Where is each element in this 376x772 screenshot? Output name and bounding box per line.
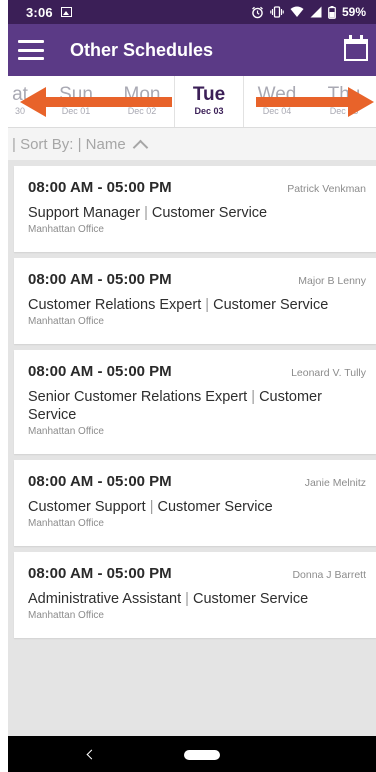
signal-icon: [310, 6, 322, 18]
battery-icon: [328, 5, 336, 19]
shift-time: 08:00 AM - 05:00 PM: [28, 565, 172, 582]
role-line: Customer Relations Expert | Customer Ser…: [28, 297, 329, 313]
schedule-card[interactable]: 08:00 AM - 05:00 PM Leonard V. Tully Sen…: [14, 350, 376, 454]
schedule-card[interactable]: 08:00 AM - 05:00 PM Major B Lenny Custom…: [14, 258, 376, 344]
calendar-icon[interactable]: [344, 35, 368, 61]
page-title: Other Schedules: [70, 39, 214, 60]
role-line: Support Manager | Customer Service: [28, 205, 268, 221]
battery-percent: 59%: [341, 5, 366, 19]
sort-bar[interactable]: | Sort By: | Name: [8, 128, 376, 160]
schedule-card[interactable]: 08:00 AM - 05:00 PM Janie Melnitz Custom…: [14, 460, 376, 546]
office-name: Manhattan Office: [28, 426, 104, 437]
office-name: Manhattan Office: [28, 610, 104, 621]
employee-name: Leonard V. Tully: [291, 367, 366, 379]
office-name: Manhattan Office: [28, 224, 104, 235]
status-icons: 59%: [251, 5, 366, 19]
role-line: Senior Customer Relations Expert | Custo…: [28, 389, 322, 423]
arrow-right-icon: [256, 87, 374, 117]
app-bar: Other Schedules: [8, 24, 376, 76]
back-icon[interactable]: [86, 749, 97, 760]
sort-label: | Sort By: | Name: [12, 135, 126, 153]
home-pill-icon[interactable]: [184, 750, 220, 760]
day-tab-tue[interactable]: Tue Dec 03: [174, 76, 244, 127]
schedule-card[interactable]: 08:00 AM - 05:00 PM Donna J Barrett Admi…: [14, 552, 376, 638]
employee-name: Major B Lenny: [298, 275, 366, 287]
menu-icon[interactable]: [18, 40, 44, 60]
system-nav-bar: [8, 736, 376, 772]
chevron-up-icon[interactable]: [132, 139, 148, 155]
status-time: 3:06: [26, 4, 53, 20]
office-name: Manhattan Office: [28, 518, 104, 529]
image-notification-icon: [60, 7, 72, 17]
employee-name: Janie Melnitz: [304, 477, 366, 489]
shift-time: 08:00 AM - 05:00 PM: [28, 271, 172, 288]
wifi-icon: [290, 6, 304, 17]
role-line: Customer Support | Customer Service: [28, 499, 273, 515]
shift-time: 08:00 AM - 05:00 PM: [28, 363, 172, 380]
shift-time: 08:00 AM - 05:00 PM: [28, 473, 172, 490]
office-name: Manhattan Office: [28, 316, 104, 327]
employee-name: Donna J Barrett: [292, 569, 366, 581]
employee-name: Patrick Venkman: [287, 183, 366, 195]
arrow-left-icon: [20, 87, 172, 117]
alarm-icon: [252, 6, 263, 18]
role-line: Administrative Assistant | Customer Serv…: [28, 591, 309, 607]
status-bar: 3:06 59%: [8, 0, 376, 24]
schedule-list: 08:00 AM - 05:00 PM Patrick Venkman Supp…: [8, 160, 376, 736]
schedule-card[interactable]: 08:00 AM - 05:00 PM Patrick Venkman Supp…: [14, 166, 376, 252]
vibrate-icon: [270, 6, 284, 18]
shift-time: 08:00 AM - 05:00 PM: [28, 179, 172, 196]
day-selector: at 30 Sun Dec 01 Mon Dec 02 Tue Dec 03 W…: [8, 76, 376, 128]
